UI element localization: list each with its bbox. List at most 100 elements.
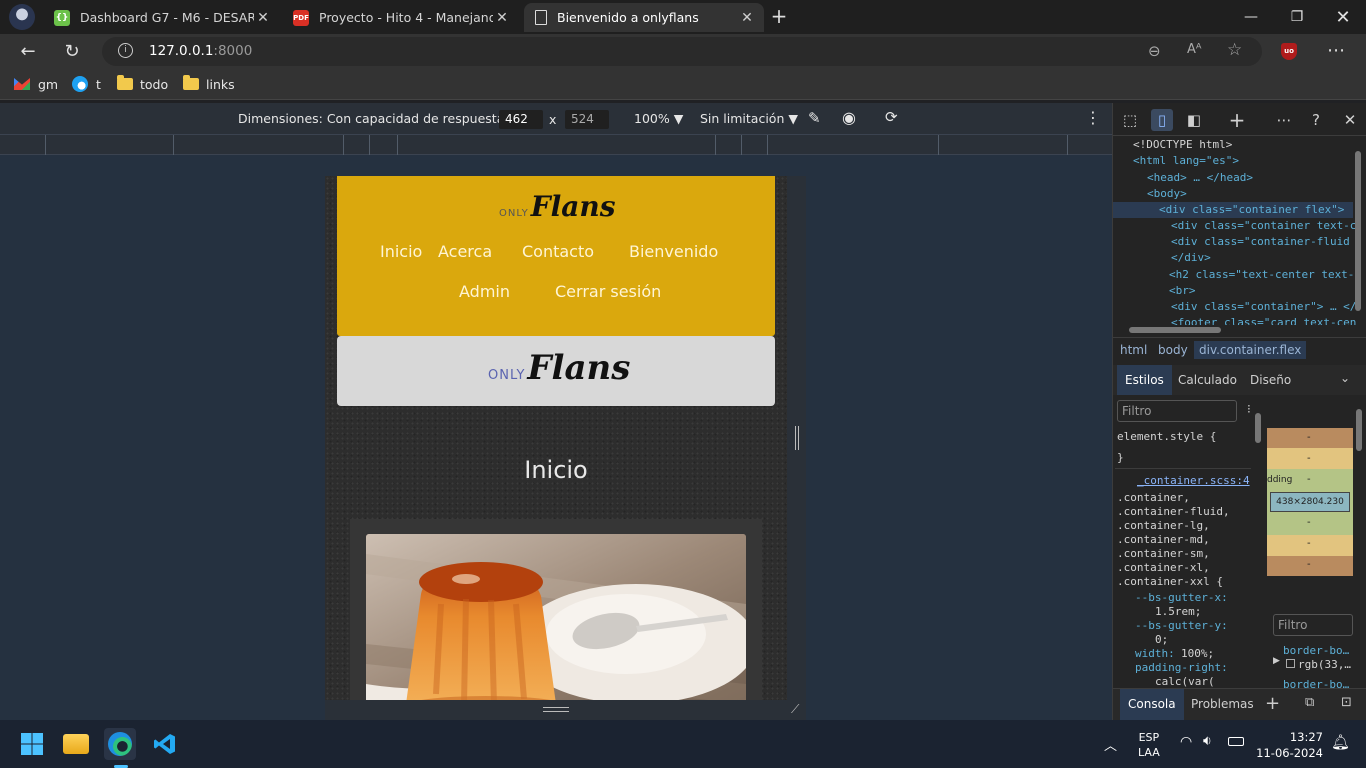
start-button[interactable] [16, 728, 48, 760]
tab-dashboard[interactable]: {} Dashboard G7 - M6 - DESARROLLO ✕ [46, 3, 280, 32]
css-prop[interactable]: padding-right: [1135, 661, 1228, 674]
more-tools-icon[interactable]: ⋯ [1273, 109, 1295, 131]
profile-avatar[interactable] [9, 4, 35, 30]
viewport-resize-handle-bottom[interactable]: ⟋ [325, 700, 806, 720]
dom-line[interactable]: </div> [1171, 251, 1211, 264]
nav-inicio[interactable]: Inicio [380, 242, 422, 261]
computed-filter-input[interactable]: Filtro [1273, 614, 1353, 636]
css-prop[interactable]: --bs-gutter-y: [1135, 619, 1228, 632]
reload-button[interactable]: ↻ [57, 37, 87, 66]
close-drawer-icon[interactable]: ⊡ [1341, 695, 1352, 710]
throttle-select[interactable]: Sin limitación ▼ [700, 111, 798, 126]
computed-prop[interactable]: border-bo… [1283, 678, 1349, 688]
computed-scrollbar[interactable] [1356, 409, 1362, 451]
inspect-icon[interactable]: ⬚ [1119, 109, 1141, 131]
dom-line[interactable]: <!DOCTYPE html> [1133, 138, 1232, 151]
close-window-button[interactable]: ✕ [1320, 0, 1366, 34]
tab-consola[interactable]: Consola [1120, 689, 1184, 720]
language-indicator[interactable]: ESP LAA [1138, 730, 1160, 760]
vertical-scrollbar[interactable] [1355, 151, 1361, 311]
crumb-html[interactable]: html [1120, 343, 1147, 357]
clock[interactable]: 13:27 11-06-2024 [1256, 729, 1323, 761]
bookmark-gm[interactable]: gm [14, 74, 58, 94]
element-style-rule[interactable]: element.style { [1117, 430, 1216, 443]
corner-resize-icon[interactable]: ⟋ [791, 702, 799, 717]
viewport-resize-handle-right[interactable] [787, 176, 806, 700]
more-menu-icon[interactable]: ⋯ [1327, 40, 1345, 61]
console-sidebar-icon[interactable]: ⧉ [1305, 695, 1314, 710]
tab-estilos[interactable]: Estilos [1117, 365, 1172, 395]
crumb-body[interactable]: body [1158, 343, 1188, 357]
dom-line-selected[interactable]: <div class="container flex"> [1159, 203, 1344, 216]
chevron-down-icon[interactable]: ⌄ [1340, 371, 1350, 385]
dom-line[interactable]: <div class="container text-c [1171, 219, 1356, 232]
close-icon[interactable]: ✕ [254, 10, 272, 26]
battery-icon[interactable] [1228, 737, 1244, 746]
edge-taskbar-button[interactable] [104, 728, 136, 760]
dom-line[interactable]: <body> [1147, 187, 1187, 200]
file-explorer-button[interactable] [60, 728, 92, 760]
tab-bienvenido[interactable]: Bienvenido a onlyflans ✕ [524, 3, 764, 32]
dom-line[interactable]: <html lang="es"> [1133, 154, 1239, 167]
address-input[interactable]: i 127.0.0.1:8000 ⊖ A͏ᴬ ☆ [102, 37, 1262, 66]
nav-contacto[interactable]: Contacto [522, 242, 594, 261]
dom-line[interactable]: <div class="container-fluid [1171, 235, 1350, 248]
dom-line[interactable]: <div class="container"> … </ [1171, 300, 1356, 313]
help-icon[interactable]: ? [1305, 109, 1327, 131]
dom-line[interactable]: <footer class="card text-cen [1171, 316, 1356, 325]
dock-icon[interactable]: ◧ [1183, 109, 1205, 131]
navbar-logo[interactable]: ONLY Flans [499, 190, 615, 223]
close-icon[interactable]: ✕ [738, 10, 756, 26]
add-panel-icon[interactable]: + [1226, 108, 1248, 132]
tab-problemas[interactable]: Problemas [1191, 697, 1254, 711]
nav-admin[interactable]: Admin [459, 282, 510, 301]
tab-diseno[interactable]: Diseño [1250, 373, 1291, 387]
volume-icon[interactable]: 🔉︎ [1203, 733, 1212, 749]
bookmark-todo[interactable]: todo [117, 74, 168, 94]
tab-proyecto[interactable]: PDF Proyecto - Hito 4 - Manejando pe ✕ [285, 3, 519, 32]
css-prop[interactable]: --bs-gutter-x: [1135, 591, 1228, 604]
eye-icon[interactable]: ◉ [842, 108, 856, 127]
restore-button[interactable]: ❐ [1274, 0, 1320, 34]
ublock-extension-icon[interactable]: uo [1281, 43, 1297, 60]
close-devtools-icon[interactable]: ✕ [1339, 109, 1361, 131]
dimensions-select[interactable]: Dimensiones: Con capacidad de respuesta … [238, 111, 518, 126]
css-value[interactable]: 0; [1155, 633, 1168, 646]
dom-line[interactable]: <h2 class="text-center text- [1169, 268, 1354, 281]
bookmark-links[interactable]: links [183, 74, 235, 94]
rotate-icon[interactable]: ⟳ [885, 108, 898, 126]
wifi-icon[interactable]: ◠ [1180, 734, 1192, 750]
computed-value[interactable]: rgb(33,… [1298, 658, 1351, 671]
nav-bienvenido[interactable]: Bienvenido [629, 242, 718, 261]
css-value[interactable]: 100%; [1181, 647, 1214, 660]
nav-acerca[interactable]: Acerca [438, 242, 492, 261]
height-input[interactable]: 524 [565, 110, 609, 129]
device-toggle-icon[interactable]: ▯ [1151, 109, 1173, 131]
tab-calculado[interactable]: Calculado [1178, 373, 1237, 387]
more-options-icon[interactable]: ⋮ [1085, 108, 1101, 127]
new-tab-button[interactable]: + [768, 4, 790, 28]
dom-line[interactable]: <head> … </head> [1147, 171, 1253, 184]
vscode-button[interactable] [149, 728, 181, 760]
back-button[interactable]: ← [13, 37, 43, 66]
width-input[interactable]: 462 [499, 110, 543, 129]
add-drawer-tab-icon[interactable]: + [1265, 693, 1280, 714]
horizontal-scrollbar[interactable] [1129, 327, 1221, 333]
read-aloud-icon[interactable]: A͏ᴬ [1187, 42, 1202, 57]
close-icon[interactable]: ✕ [493, 10, 511, 26]
styles-scrollbar[interactable] [1255, 413, 1261, 443]
filter-options-icon[interactable]: ⁝ [1247, 402, 1251, 416]
css-prop[interactable]: width: [1135, 647, 1175, 660]
css-value[interactable]: 1.5rem; [1155, 605, 1201, 618]
favorite-star-icon[interactable]: ☆ [1227, 40, 1242, 60]
source-link[interactable]: _container.scss:4 [1137, 474, 1250, 487]
nav-cerrar-sesion[interactable]: Cerrar sesión [555, 282, 661, 301]
crumb-div[interactable]: div.container.flex [1194, 341, 1307, 359]
computed-prop[interactable]: border-bo… [1283, 644, 1349, 657]
notification-bell-icon[interactable]: 🔔︎ [1331, 733, 1350, 751]
zoom-select[interactable]: 100% ▼ [634, 111, 683, 126]
css-value[interactable]: calc(var( [1155, 675, 1215, 688]
eyedropper-icon[interactable]: ✎ [808, 109, 821, 127]
bookmark-t[interactable]: t [72, 74, 101, 94]
color-swatch[interactable] [1286, 659, 1295, 668]
